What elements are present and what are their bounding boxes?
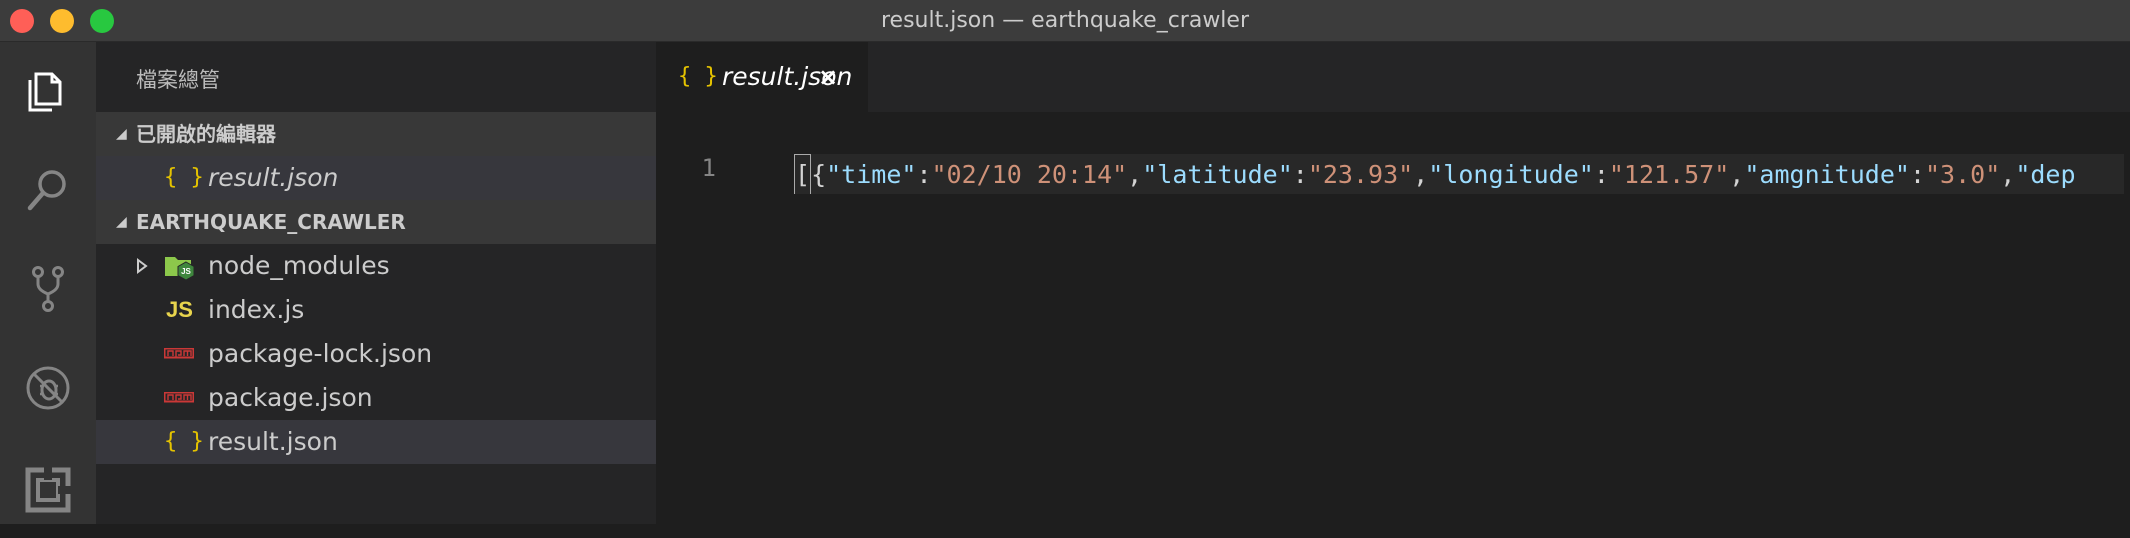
activity-explorer[interactable] (0, 42, 96, 138)
tree-item-label: package.json (208, 383, 373, 412)
title-bar: result.json — earthquake_crawler (0, 0, 2130, 42)
code-line[interactable]: [{"time":"02/10 20:14","latitude":"23.93… (794, 154, 2130, 194)
json-value: "121.57" (1608, 160, 1730, 189)
explorer-icon (28, 72, 62, 112)
tree-item-label: node_modules (208, 251, 390, 280)
tree-item-result-json[interactable]: { } result.json (96, 420, 656, 464)
json-file-icon: { } (164, 429, 204, 454)
tree-item-package-json[interactable]: package.json (96, 376, 656, 420)
text-cursor: [ (794, 154, 812, 194)
json-value: "02/10 20:14" (931, 160, 1128, 189)
js-file-icon: JS (166, 297, 193, 322)
open-editor-label: result.json (208, 163, 339, 192)
search-icon (27, 170, 66, 211)
tree-item-label: package-lock.json (208, 339, 433, 368)
json-value: "3.0" (1925, 160, 2001, 189)
editor-tab-bar: { } result.json × (656, 42, 2130, 112)
chevron-right-icon (136, 244, 148, 288)
json-value: "23.93" (1307, 160, 1414, 189)
json-file-icon: { } (678, 64, 718, 89)
npm-icon (164, 332, 194, 376)
chevron-down-icon: ◢ (116, 126, 127, 142)
tree-item-package-lock-json[interactable]: package-lock.json (96, 332, 656, 376)
tree-item-label: result.json (208, 427, 338, 456)
json-key: "latitude" (1142, 160, 1293, 189)
tree-item-node-modules[interactable]: JS node_modules (96, 244, 656, 288)
svg-text:JS: JS (181, 267, 191, 276)
npm-icon (164, 376, 194, 420)
tree-item-label: index.js (208, 295, 305, 324)
open-editors-header[interactable]: ◢ 已開啟的編輯器 (96, 112, 656, 156)
editor-area: { } result.json × 1 [{"time":"02/10 20:1… (656, 42, 2130, 524)
editor-scroll-edge[interactable] (2124, 112, 2130, 524)
line-gutter: 1 (656, 112, 776, 524)
explorer-sidebar: 檔案總管 ◢ 已開啟的編輯器 { } result.json ◢ EARTHQU… (96, 42, 656, 524)
open-editor-item[interactable]: { } result.json (96, 156, 656, 200)
sidebar-title: 檔案總管 (136, 68, 220, 92)
close-icon[interactable]: × (818, 42, 838, 112)
activity-search[interactable] (0, 142, 96, 238)
line-number: 1 (701, 154, 716, 182)
window-title: result.json — earthquake_crawler (880, 8, 1250, 33)
project-folder-label: EARTHQUAKE_CRAWLER (136, 210, 406, 234)
json-file-icon: { } (164, 165, 204, 190)
node-folder-icon: JS (164, 244, 196, 288)
json-key-truncated: "dep (2015, 160, 2076, 189)
debug-icon (26, 366, 70, 410)
activity-source-control[interactable] (0, 240, 96, 336)
json-key: "longitude" (1428, 160, 1594, 189)
json-key: "time" (826, 160, 917, 189)
activity-bar (0, 42, 96, 524)
project-folder-header[interactable]: ◢ EARTHQUAKE_CRAWLER (96, 200, 656, 244)
json-key: "amgnitude" (1744, 160, 1910, 189)
code-brace: { (811, 160, 827, 189)
extensions-icon (25, 466, 72, 513)
tab-result-json[interactable]: { } result.json × (656, 42, 868, 112)
activity-debug[interactable] (0, 340, 96, 436)
tree-item-index-js[interactable]: JS index.js (96, 288, 656, 332)
open-editors-label: 已開啟的編輯器 (136, 122, 276, 146)
source-control-icon (32, 266, 64, 312)
chevron-down-icon: ◢ (116, 214, 127, 230)
